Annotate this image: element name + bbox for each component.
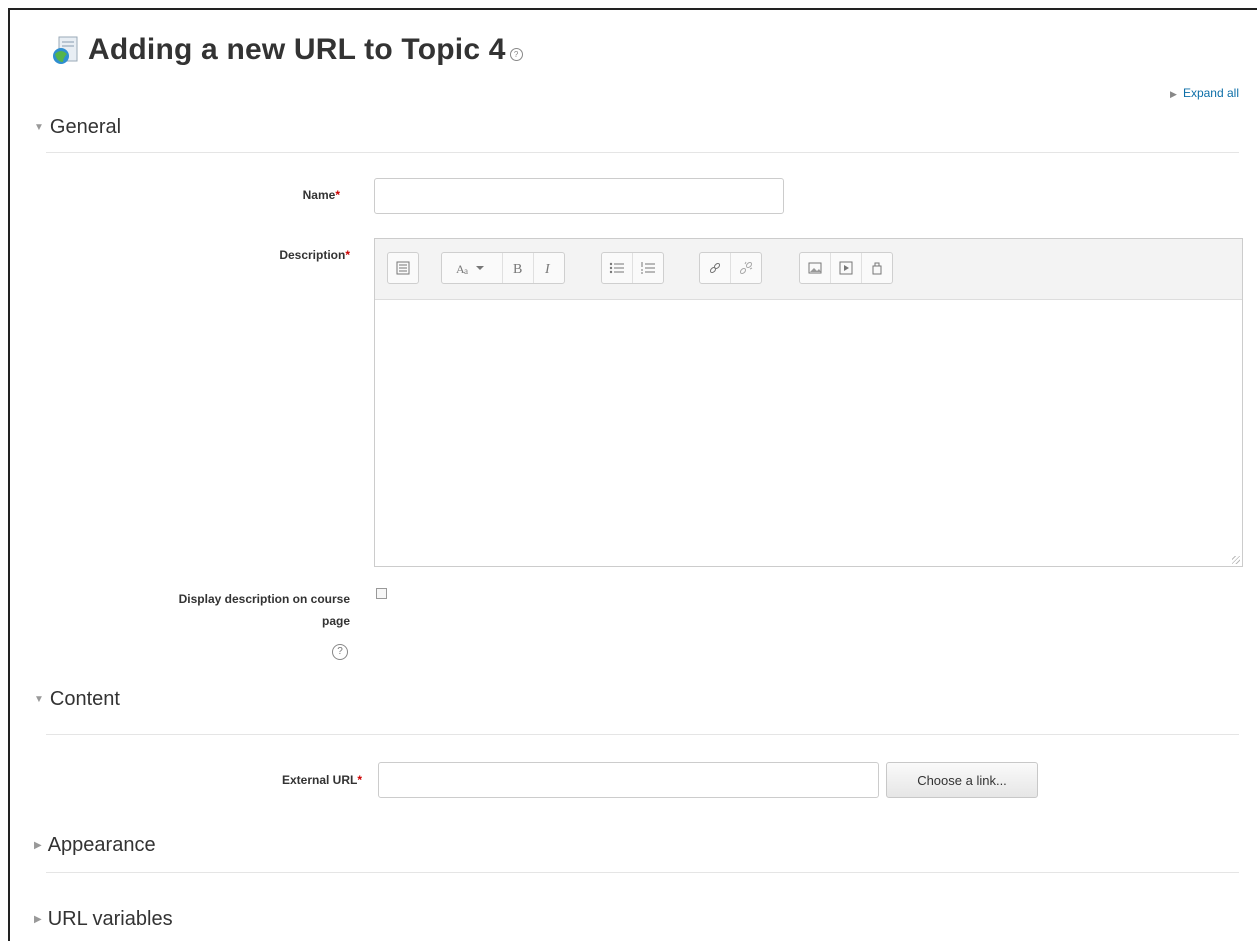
required-icon: * xyxy=(345,248,350,262)
required-icon: * xyxy=(335,188,340,202)
divider xyxy=(46,734,1239,735)
expand-triangle-icon: ▶ xyxy=(34,840,42,852)
required-icon: * xyxy=(357,773,362,787)
description-label: Description* xyxy=(279,248,350,262)
name-label: Name* xyxy=(302,188,340,202)
section-content-label: Content xyxy=(49,688,120,710)
media-icon[interactable] xyxy=(831,253,862,283)
toolbar-group-media xyxy=(799,252,893,284)
section-general-toggle[interactable]: ▼ General xyxy=(34,116,121,139)
divider xyxy=(46,152,1239,153)
help-icon[interactable]: ? xyxy=(332,644,348,660)
link-icon[interactable] xyxy=(700,253,731,283)
toolbar-group-format: Aa B I xyxy=(441,252,565,284)
section-url-variables-toggle[interactable]: ▶ URL variables xyxy=(34,908,173,931)
collapse-triangle-icon: ▼ xyxy=(34,694,44,706)
collapse-triangle-icon: ▼ xyxy=(34,122,44,134)
unordered-list-icon[interactable] xyxy=(602,253,633,283)
url-resource-icon xyxy=(53,36,78,64)
section-content-toggle[interactable]: ▼ Content xyxy=(34,688,120,711)
help-icon[interactable]: ? xyxy=(509,47,523,61)
choose-link-button[interactable]: Choose a link... xyxy=(886,762,1038,798)
unlink-icon[interactable] xyxy=(731,253,761,283)
ordered-list-icon[interactable] xyxy=(633,253,663,283)
toolbar-group-links xyxy=(699,252,762,284)
page-title: Adding a new URL to Topic 4 xyxy=(88,33,506,66)
manage-files-icon[interactable] xyxy=(862,253,892,283)
svg-text:B: B xyxy=(513,262,522,275)
svg-text:a: a xyxy=(464,266,468,275)
display-description-checkbox[interactable] xyxy=(376,588,387,599)
italic-icon[interactable]: I xyxy=(534,253,564,283)
page-header: Adding a new URL to Topic 4 ? xyxy=(50,26,523,74)
resize-handle[interactable] xyxy=(1232,556,1240,564)
name-input[interactable] xyxy=(374,178,784,214)
external-url-input[interactable] xyxy=(378,762,879,798)
expand-triangle-icon: ▶ xyxy=(1170,89,1177,99)
external-url-label: External URL* xyxy=(281,773,362,787)
description-editor[interactable]: Aa B I xyxy=(374,238,1243,567)
editor-toolbar: Aa B I xyxy=(375,239,1242,300)
section-appearance-label: Appearance xyxy=(47,834,156,856)
toolbar-group-lists xyxy=(601,252,664,284)
svg-text:I: I xyxy=(544,262,551,275)
editor-content-area[interactable] xyxy=(375,300,1242,566)
section-general-label: General xyxy=(49,116,122,138)
page-frame: Adding a new URL to Topic 4 ? ▶ Expand al… xyxy=(8,8,1257,941)
section-url-variables-label: URL variables xyxy=(47,908,173,930)
bold-icon[interactable]: B xyxy=(503,253,534,283)
divider xyxy=(46,872,1239,873)
display-description-label: Display description on course page xyxy=(178,592,350,628)
section-appearance-toggle[interactable]: ▶ Appearance xyxy=(34,834,156,857)
font-style-icon[interactable]: Aa xyxy=(442,253,503,283)
image-icon[interactable] xyxy=(800,253,831,283)
expand-all-link[interactable]: ▶ Expand all xyxy=(1170,86,1239,100)
toolbar-group-collapse xyxy=(387,252,419,284)
expand-triangle-icon: ▶ xyxy=(34,914,42,926)
collapse-icon[interactable] xyxy=(388,253,418,283)
